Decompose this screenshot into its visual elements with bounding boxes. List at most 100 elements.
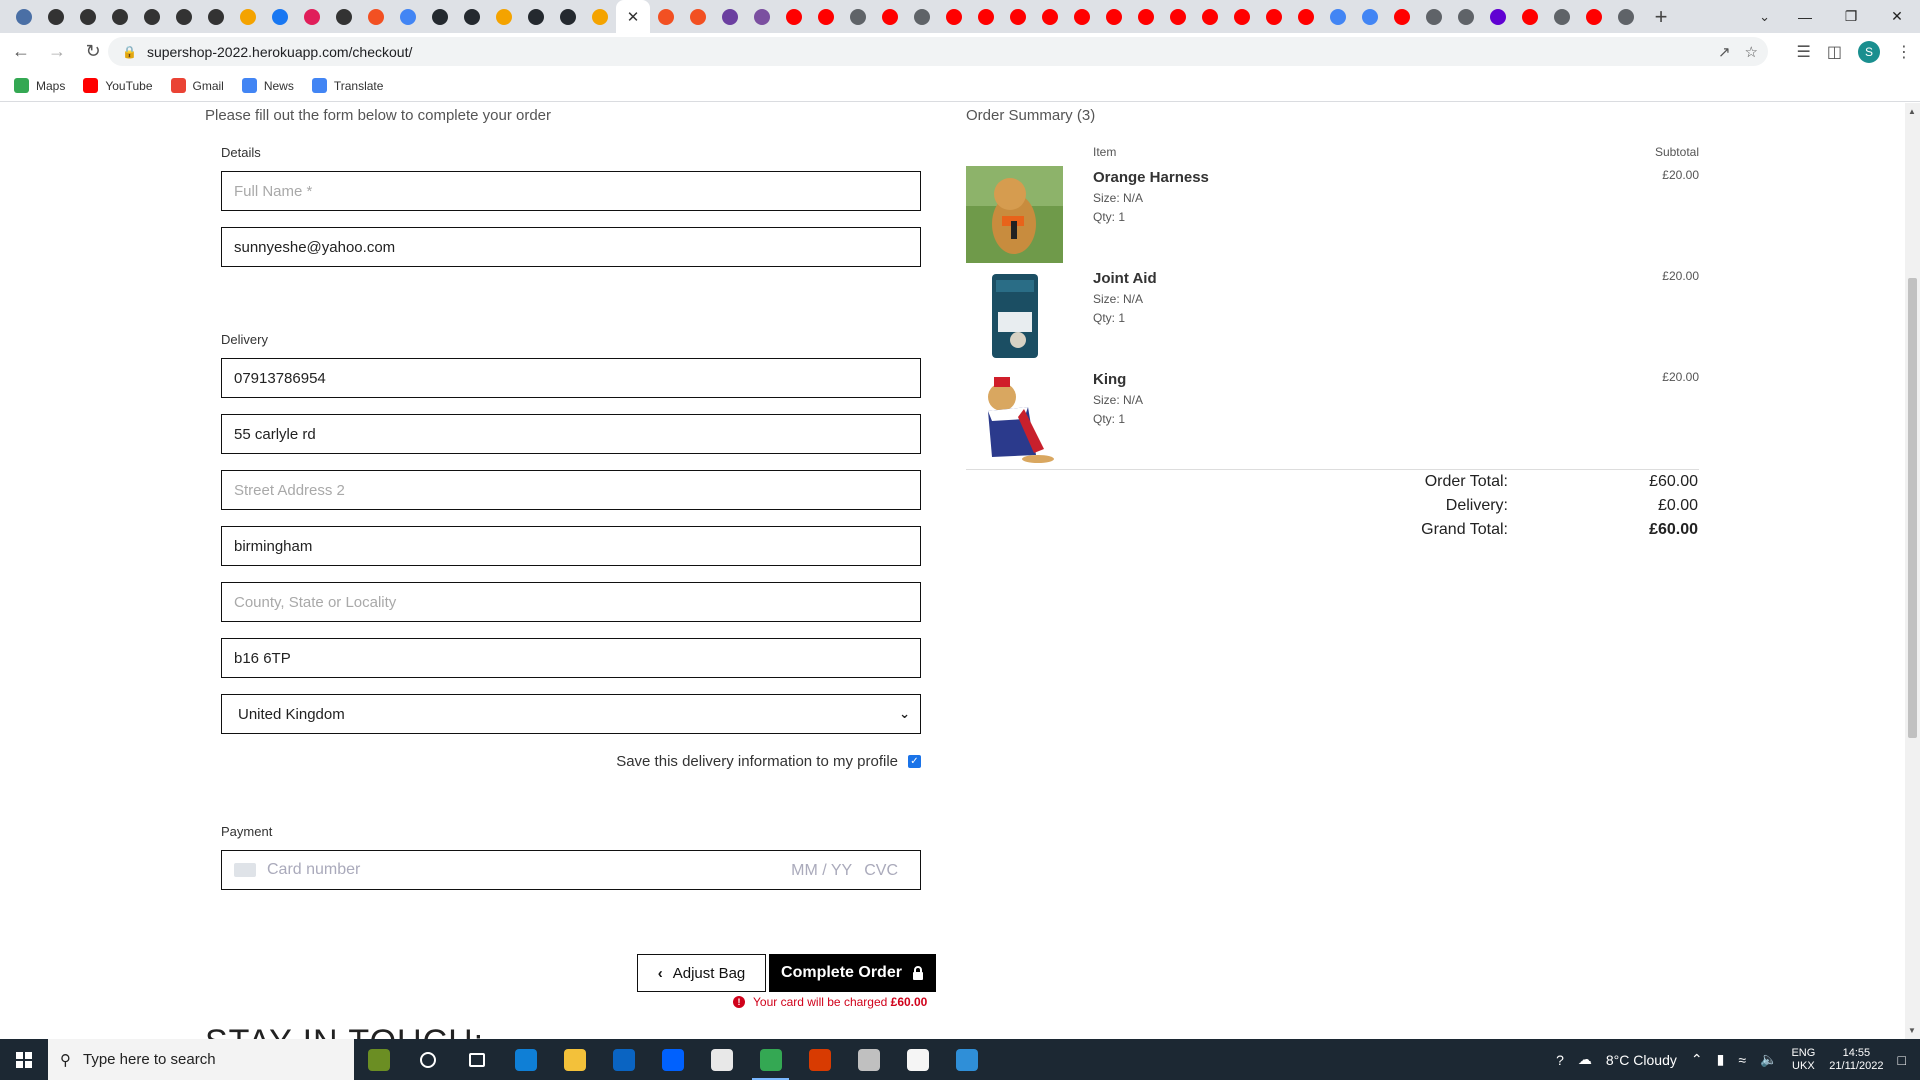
country-select[interactable]: United Kingdom ⌄ — [221, 694, 921, 734]
town-field[interactable]: birmingham — [221, 526, 921, 566]
task-view-icon[interactable] — [452, 1039, 501, 1080]
profile-avatar[interactable]: S — [1858, 40, 1880, 63]
browser-tab[interactable] — [746, 0, 778, 33]
bookmark-translate[interactable]: Translate — [311, 78, 383, 93]
close-tab-icon[interactable]: ✕ — [627, 8, 640, 26]
postcode-field[interactable]: b16 6TP — [221, 638, 921, 678]
minimize-icon[interactable]: — — [1782, 9, 1828, 25]
wifi-icon[interactable]: ≈ — [1738, 1052, 1746, 1068]
restore-icon[interactable]: ❐ — [1828, 8, 1874, 25]
browser-tab[interactable] — [906, 0, 938, 33]
browser-tab[interactable] — [488, 0, 520, 33]
browser-tab[interactable] — [72, 0, 104, 33]
save-info-checkbox[interactable]: ✓ — [908, 755, 921, 768]
tab-search-icon[interactable]: ⌄ — [1759, 0, 1770, 33]
street-address-2-field[interactable] — [221, 470, 921, 510]
scroll-up-icon[interactable]: ▲ — [1908, 107, 1916, 116]
emoji-app-icon[interactable] — [893, 1039, 942, 1080]
browser-tab[interactable] — [1514, 0, 1546, 33]
weather-text[interactable]: 8°C Cloudy — [1606, 1052, 1677, 1068]
full-name-input[interactable] — [234, 172, 920, 210]
browser-tab[interactable] — [1450, 0, 1482, 33]
bookmark-star-icon[interactable]: ☆ — [1745, 43, 1758, 61]
page-scrollbar[interactable]: ▲ ▼ — [1905, 103, 1920, 1039]
browser-tab[interactable] — [1258, 0, 1290, 33]
browser-tab[interactable] — [520, 0, 552, 33]
browser-tab[interactable] — [584, 0, 616, 33]
new-tab-icon[interactable]: + — [1646, 0, 1676, 33]
browser-tab[interactable] — [104, 0, 136, 33]
browser-tab[interactable] — [1482, 0, 1514, 33]
browser-tab[interactable] — [1066, 0, 1098, 33]
browser-tab[interactable] — [168, 0, 200, 33]
url-text[interactable]: supershop-2022.herokuapp.com/checkout/ — [147, 44, 412, 60]
browser-tab[interactable] — [8, 0, 40, 33]
browser-tab[interactable] — [232, 0, 264, 33]
clock[interactable]: 14:55 21/11/2022 — [1829, 1047, 1883, 1073]
back-icon[interactable]: ← — [6, 37, 36, 67]
forward-icon[interactable]: → — [42, 37, 72, 67]
edge-icon[interactable] — [501, 1039, 550, 1080]
browser-tab[interactable] — [1578, 0, 1610, 33]
postcode-value[interactable]: b16 6TP — [234, 650, 291, 667]
help-icon[interactable]: ? — [1556, 1052, 1564, 1068]
bookmark-maps[interactable]: Maps — [14, 78, 65, 93]
street-address-1-field[interactable]: 55 carlyle rd — [221, 414, 921, 454]
adjust-bag-button[interactable]: ‹ Adjust Bag — [637, 954, 766, 992]
email-field[interactable]: sunnyeshe@yahoo.com — [221, 227, 921, 267]
browser-tab[interactable] — [328, 0, 360, 33]
browser-tab[interactable] — [1226, 0, 1258, 33]
browser-tab[interactable] — [778, 0, 810, 33]
browser-tab[interactable] — [650, 0, 682, 33]
country-value[interactable]: United Kingdom — [238, 706, 345, 723]
photos-icon[interactable] — [942, 1039, 991, 1080]
media-icon[interactable]: ☰ — [1797, 42, 1811, 62]
chevron-down-icon[interactable]: ⌄ — [899, 706, 910, 722]
start-button[interactable] — [0, 1039, 48, 1080]
reload-icon[interactable]: ↻ — [78, 37, 108, 67]
office-icon[interactable] — [795, 1039, 844, 1080]
full-name-field[interactable] — [221, 171, 921, 211]
chrome-icon[interactable] — [746, 1039, 795, 1080]
tab-active[interactable]: ✕ — [616, 0, 650, 33]
browser-tab[interactable] — [810, 0, 842, 33]
browser-tab[interactable] — [874, 0, 906, 33]
browser-tab[interactable] — [1194, 0, 1226, 33]
browser-tab[interactable] — [842, 0, 874, 33]
village-widget-icon[interactable] — [354, 1039, 403, 1080]
card-expiry-placeholder[interactable]: MM / YY — [791, 862, 852, 880]
browser-tab[interactable] — [1290, 0, 1322, 33]
mail-icon[interactable] — [599, 1039, 648, 1080]
browser-tab[interactable] — [1162, 0, 1194, 33]
browser-tab[interactable] — [360, 0, 392, 33]
menu-icon[interactable]: ⋮ — [1896, 42, 1912, 62]
browser-tab[interactable] — [392, 0, 424, 33]
bookmark-gmail[interactable]: Gmail — [170, 78, 224, 93]
county-input[interactable] — [234, 583, 920, 621]
browser-tab[interactable] — [714, 0, 746, 33]
browser-tab[interactable] — [938, 0, 970, 33]
browser-tab[interactable] — [296, 0, 328, 33]
browser-tab[interactable] — [552, 0, 584, 33]
browser-tab[interactable] — [970, 0, 1002, 33]
phone-value[interactable]: 07913786954 — [234, 370, 326, 387]
weather-cloud-icon[interactable]: ☁ — [1578, 1051, 1592, 1068]
bookmark-news[interactable]: News — [241, 78, 294, 93]
card-cvc-placeholder[interactable]: CVC — [864, 862, 898, 880]
cortana-icon[interactable] — [403, 1039, 452, 1080]
email-value[interactable]: sunnyeshe@yahoo.com — [234, 239, 395, 256]
app-icon[interactable] — [697, 1039, 746, 1080]
paint-icon[interactable] — [844, 1039, 893, 1080]
bookmark-youtube[interactable]: YouTube — [83, 78, 153, 93]
browser-tab[interactable] — [424, 0, 456, 33]
file-explorer-icon[interactable] — [550, 1039, 599, 1080]
town-value[interactable]: birmingham — [234, 538, 312, 555]
browser-tab[interactable] — [1034, 0, 1066, 33]
browser-tab[interactable] — [1322, 0, 1354, 33]
browser-tab[interactable] — [264, 0, 296, 33]
save-info-label[interactable]: Save this delivery information to my pro… — [616, 753, 898, 770]
scrollbar-thumb[interactable] — [1908, 278, 1917, 738]
tray-chevron-icon[interactable]: ⌃ — [1691, 1051, 1703, 1068]
complete-order-button[interactable]: Complete Order — [769, 954, 936, 992]
notifications-icon[interactable]: □ — [1898, 1052, 1906, 1068]
